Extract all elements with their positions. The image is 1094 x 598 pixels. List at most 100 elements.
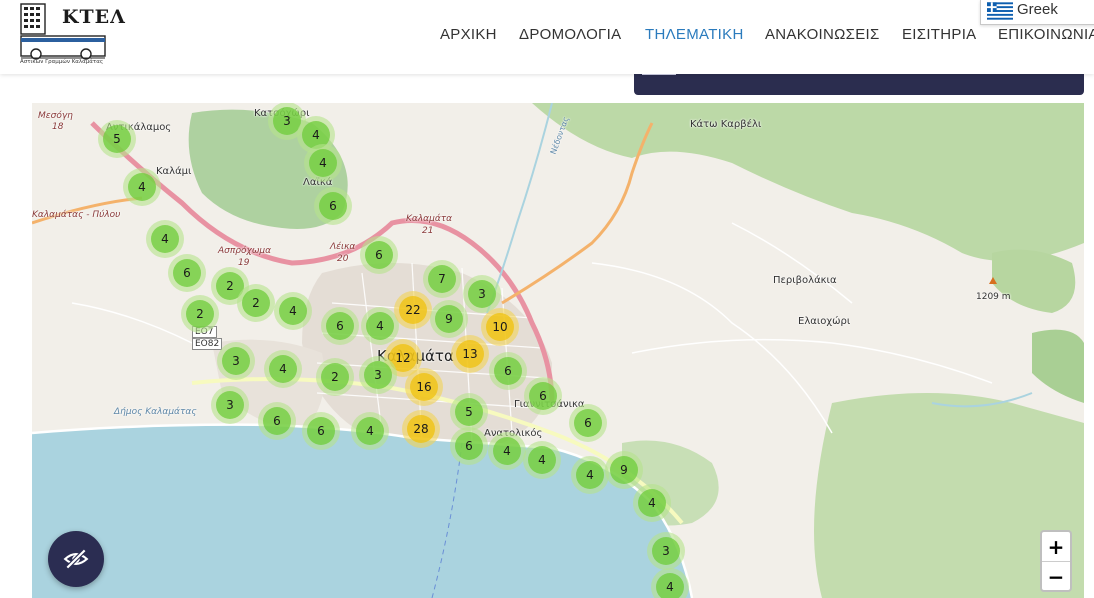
cluster-count: 16 <box>410 373 438 401</box>
bus-cluster[interactable]: 4 <box>571 456 609 494</box>
cluster-count: 6 <box>263 407 291 435</box>
bus-cluster[interactable]: 6 <box>489 352 527 390</box>
bus-cluster[interactable]: 28 <box>402 410 440 448</box>
bus-cluster[interactable]: 4 <box>351 412 389 450</box>
cluster-count: 2 <box>321 363 349 391</box>
bus-cluster[interactable]: 3 <box>359 356 397 394</box>
bus-cluster[interactable]: 4 <box>264 350 302 388</box>
map-label-aspro: Ασπρόχωμα <box>218 246 272 256</box>
bus-cluster[interactable]: 6 <box>168 254 206 292</box>
bus-cluster[interactable]: 5 <box>450 393 488 431</box>
bus-cluster[interactable]: 4 <box>651 568 689 598</box>
zoom-out-button[interactable]: − <box>1042 562 1070 591</box>
cluster-count: 3 <box>222 347 250 375</box>
bus-cluster[interactable]: 2 <box>316 358 354 396</box>
cluster-count: 3 <box>216 391 244 419</box>
bus-cluster[interactable]: 3 <box>217 342 255 380</box>
bus-cluster[interactable]: 4 <box>523 441 561 479</box>
cluster-count: 5 <box>103 125 131 153</box>
cluster-count: 4 <box>128 173 156 201</box>
bus-cluster[interactable]: 6 <box>314 187 352 225</box>
language-label: Greek <box>1017 1 1058 18</box>
eye-off-icon <box>63 548 89 570</box>
bus-map[interactable]: Μεσόγη 18 Αντικάλαμος Καλάμι Κατσόχώρι Λ… <box>32 103 1084 598</box>
language-selector[interactable]: Greek <box>980 0 1094 25</box>
bus-cluster[interactable]: 13 <box>451 335 489 373</box>
cluster-count: 5 <box>455 398 483 426</box>
cluster-count: 3 <box>652 537 680 565</box>
cluster-count: 6 <box>455 432 483 460</box>
cluster-count: 3 <box>468 280 496 308</box>
map-label-mesogi: Μεσόγη <box>38 111 73 121</box>
map-label-dimos: Δήμος Καλαμάτας <box>114 407 197 417</box>
bus-cluster[interactable]: 6 <box>524 377 562 415</box>
cluster-count: 13 <box>456 340 484 368</box>
nav-routes[interactable]: ΔΡΟΜΟΛΟΓΙΑ <box>519 26 621 43</box>
cluster-count: 4 <box>356 417 384 445</box>
map-label-kato-karveli: Κάτω Καρβέλι <box>690 119 762 130</box>
bus-cluster[interactable]: 9 <box>605 451 643 489</box>
bus-cluster[interactable]: 7 <box>423 260 461 298</box>
bus-cluster[interactable]: 4 <box>304 144 342 182</box>
nav-announcements[interactable]: ΑΝΑΚΟΙΝΩΣΕΙΣ <box>765 26 880 43</box>
cluster-count: 4 <box>493 437 521 465</box>
bus-cluster[interactable]: 3 <box>647 532 685 570</box>
bus-cluster[interactable]: 3 <box>463 275 501 313</box>
map-tiles <box>32 103 1084 598</box>
greek-flag-icon <box>987 2 1013 20</box>
cluster-count: 7 <box>428 265 456 293</box>
map-label-road-pylos: Καλαμάτας - Πύλου <box>32 210 121 220</box>
bus-cluster[interactable]: 5 <box>98 120 136 158</box>
bus-cluster[interactable]: 2 <box>237 284 275 322</box>
nav-tickets[interactable]: ΕΙΣΙΤΗΡΙΑ <box>902 26 977 43</box>
accessibility-button[interactable] <box>48 531 104 587</box>
map-label-kalamata-road: Καλαμάτα <box>406 214 453 224</box>
map-label-leika: Λέικα <box>330 242 356 252</box>
cluster-count: 10 <box>486 313 514 341</box>
cluster-count: 4 <box>366 312 394 340</box>
bus-cluster[interactable]: 4 <box>488 432 526 470</box>
map-label-elaioxori: Ελαιοχώρι <box>798 316 851 327</box>
bus-cluster[interactable]: 6 <box>360 236 398 274</box>
bus-cluster[interactable]: 4 <box>146 220 184 258</box>
cluster-count: 6 <box>326 312 354 340</box>
bus-cluster[interactable]: 6 <box>302 412 340 450</box>
map-zoom-control: + − <box>1040 530 1072 592</box>
site-header: ΚΤΕΛ Αστικών Γραμμών Καλαμάτας ΑΡΧΙΚΗ ΔΡ… <box>0 0 1094 74</box>
nav-contact[interactable]: ΕΠΙΚΟΙΝΩΝΙΑ <box>998 26 1094 43</box>
cluster-count: 28 <box>407 415 435 443</box>
bus-cluster[interactable]: 6 <box>321 307 359 345</box>
bus-cluster[interactable]: 9 <box>430 300 468 338</box>
bus-cluster[interactable]: 6 <box>569 404 607 442</box>
bus-cluster[interactable]: 22 <box>394 291 432 329</box>
map-label-kalami: Καλάμι <box>156 166 192 177</box>
map-label-peak: 1209 m <box>976 292 1011 302</box>
cluster-count: 4 <box>576 461 604 489</box>
cluster-count: 2 <box>186 300 214 328</box>
nav-telematics[interactable]: ΤΗΛΕΜΑΤΙΚΗ <box>645 26 744 43</box>
cluster-count: 9 <box>435 305 463 333</box>
zoom-in-button[interactable]: + <box>1042 532 1070 562</box>
bus-cluster[interactable]: 6 <box>258 402 296 440</box>
nav-home[interactable]: ΑΡΧΙΚΗ <box>440 26 497 43</box>
cluster-count: 9 <box>610 456 638 484</box>
bus-cluster[interactable]: 4 <box>123 168 161 206</box>
bus-cluster[interactable]: 6 <box>450 427 488 465</box>
bus-cluster[interactable]: 4 <box>274 292 312 330</box>
cluster-count: 6 <box>365 241 393 269</box>
ktel-logo[interactable]: ΚΤΕΛ Αστικών Γραμμών Καλαμάτας <box>18 2 125 70</box>
cluster-count: 6 <box>494 357 522 385</box>
bus-cluster[interactable]: 3 <box>211 386 249 424</box>
bus-cluster[interactable]: 16 <box>405 368 443 406</box>
map-label-mesogi-num: 18 <box>52 122 64 132</box>
cluster-count: 3 <box>364 361 392 389</box>
cluster-count: 6 <box>574 409 602 437</box>
cluster-count: 4 <box>528 446 556 474</box>
map-label-leika-num: 20 <box>337 254 349 264</box>
cluster-count: 4 <box>638 489 666 517</box>
cluster-count: 6 <box>319 192 347 220</box>
bus-cluster[interactable]: 10 <box>481 308 519 346</box>
bus-cluster[interactable]: 4 <box>633 484 671 522</box>
bus-cluster[interactable]: 2 <box>181 295 219 333</box>
map-label-eo82: ΕΟ82 <box>192 338 223 350</box>
